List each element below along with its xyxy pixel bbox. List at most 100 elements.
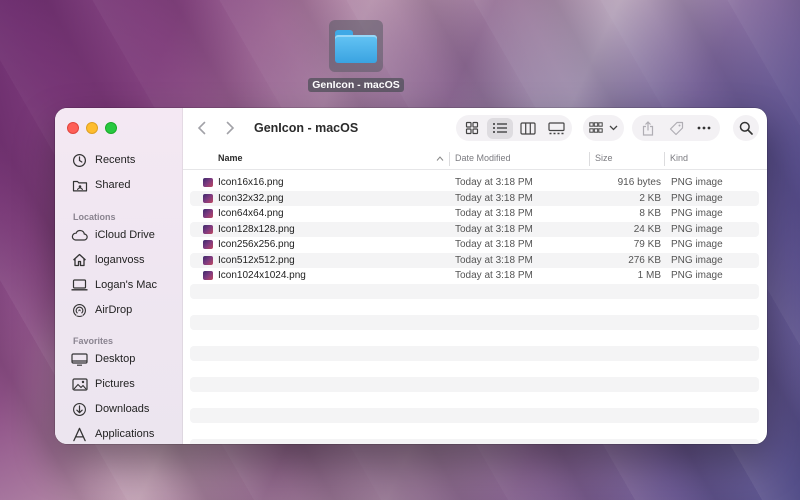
file-size: 2 KB	[639, 192, 661, 204]
column-kind[interactable]: Kind	[670, 153, 688, 163]
empty-row	[190, 299, 759, 315]
sidebar-item-shared[interactable]: Shared	[71, 174, 130, 196]
empty-row	[190, 314, 759, 330]
file-kind: PNG image	[671, 192, 723, 204]
file-size: 1 MB	[637, 270, 661, 281]
table-row[interactable]: Icon512x512.png Today at 3:18 PM 276 KB …	[190, 252, 759, 268]
sidebar-item-airdrop[interactable]: AirDrop	[71, 299, 132, 321]
file-size: 24 KB	[633, 223, 661, 235]
forward-button[interactable]	[219, 117, 241, 139]
sidebar-item-pictures[interactable]: Pictures	[71, 373, 135, 395]
sidebar-item-icloud-drive[interactable]: iCloud Drive	[71, 224, 155, 246]
file-name: Icon1024x1024.png	[218, 270, 306, 281]
png-file-icon	[203, 271, 213, 280]
table-row[interactable]: Icon256x256.png Today at 3:18 PM 79 KB P…	[190, 237, 759, 253]
file-size: 916 bytes	[617, 177, 661, 188]
toolbar: GenIcon - macOS	[183, 108, 767, 148]
file-size: 276 KB	[628, 254, 661, 266]
gallery-icon	[547, 121, 565, 134]
share-button[interactable]	[635, 118, 661, 139]
sidebar-item-label: loganvoss	[95, 254, 145, 266]
table-row[interactable]: Icon1024x1024.png Today at 3:18 PM 1 MB …	[190, 268, 759, 284]
desktop-icon	[71, 351, 88, 368]
file-name: Icon32x32.png	[218, 192, 284, 204]
png-file-icon	[203, 224, 213, 234]
chevron-left-icon	[197, 121, 206, 135]
empty-row	[190, 345, 759, 361]
search-button[interactable]	[733, 115, 759, 141]
sidebar: Recents Shared Locations iCloud Drive lo…	[55, 108, 183, 444]
columns-icon	[520, 121, 536, 135]
file-name: Icon256x256.png	[218, 239, 295, 250]
chevron-down-icon	[609, 125, 618, 131]
empty-row	[190, 376, 759, 392]
file-list: Icon16x16.png Today at 3:18 PM 916 bytes…	[190, 175, 759, 444]
folder-icon	[333, 28, 379, 64]
file-name: Icon128x128.png	[218, 223, 295, 235]
sidebar-item-label: Applications	[95, 428, 155, 440]
window-title: GenIcon - macOS	[254, 121, 359, 135]
list-view-button[interactable]	[487, 117, 513, 139]
locations-heading: Locations	[73, 212, 116, 222]
sidebar-item-home[interactable]: loganvoss	[71, 249, 145, 271]
close-button[interactable]	[67, 122, 79, 134]
file-kind: PNG image	[671, 270, 723, 281]
folder-selection	[329, 20, 383, 72]
sidebar-item-label: iCloud Drive	[95, 229, 155, 241]
desktop-folder[interactable]: GenIcon - macOS	[308, 20, 404, 92]
empty-row	[190, 438, 759, 444]
file-size: 79 KB	[633, 239, 661, 250]
actions-group	[632, 115, 720, 141]
more-actions-button[interactable]	[691, 118, 717, 139]
finder-window: Recents Shared Locations iCloud Drive lo…	[55, 108, 767, 444]
file-date: Today at 3:18 PM	[455, 177, 533, 188]
file-date: Today at 3:18 PM	[455, 254, 533, 266]
empty-row	[190, 392, 759, 408]
clock-icon	[71, 152, 88, 169]
desktop-folder-label: GenIcon - macOS	[308, 78, 404, 92]
sidebar-item-label: AirDrop	[95, 304, 133, 316]
png-file-icon	[203, 193, 213, 203]
sidebar-item-label: Shared	[95, 179, 131, 191]
sidebar-item-downloads[interactable]: Downloads	[71, 398, 149, 420]
file-date: Today at 3:18 PM	[455, 208, 533, 219]
shared-folder-icon	[71, 177, 88, 194]
favorites-heading: Favorites	[73, 336, 114, 346]
file-date: Today at 3:18 PM	[455, 270, 533, 281]
view-mode-group	[456, 115, 572, 141]
sidebar-item-desktop[interactable]: Desktop	[71, 348, 135, 370]
sidebar-item-recents[interactable]: Recents	[71, 149, 135, 171]
column-size[interactable]: Size	[595, 153, 613, 163]
home-icon	[71, 252, 88, 269]
table-row[interactable]: Icon128x128.png Today at 3:18 PM 24 KB P…	[190, 221, 759, 237]
table-row[interactable]: Icon64x64.png Today at 3:18 PM 8 KB PNG …	[190, 206, 759, 222]
sidebar-item-applications[interactable]: Applications	[71, 423, 154, 444]
file-name: Icon16x16.png	[218, 177, 284, 188]
file-date: Today at 3:18 PM	[455, 223, 533, 235]
back-button[interactable]	[191, 117, 213, 139]
file-kind: PNG image	[671, 208, 723, 219]
minimize-button[interactable]	[86, 122, 98, 134]
group-grid-icon	[589, 122, 603, 133]
zoom-button[interactable]	[105, 122, 117, 134]
laptop-icon	[71, 277, 88, 294]
file-kind: PNG image	[671, 239, 723, 250]
table-row[interactable]: Icon32x32.png Today at 3:18 PM 2 KB PNG …	[190, 190, 759, 206]
empty-row	[190, 361, 759, 377]
sidebar-item-label: Downloads	[95, 403, 150, 415]
file-date: Today at 3:18 PM	[455, 239, 533, 250]
tag-button[interactable]	[663, 118, 689, 139]
pictures-icon	[71, 376, 88, 393]
png-file-icon	[203, 255, 213, 265]
column-view-button[interactable]	[515, 118, 541, 139]
table-row[interactable]: Icon16x16.png Today at 3:18 PM 916 bytes…	[190, 175, 759, 191]
column-name[interactable]: Name	[218, 153, 243, 163]
column-date-modified[interactable]: Date Modified	[455, 153, 511, 163]
tag-icon	[669, 121, 683, 135]
group-by-button[interactable]	[583, 115, 624, 141]
empty-row	[190, 283, 759, 299]
file-kind: PNG image	[671, 177, 723, 188]
icon-view-button[interactable]	[459, 118, 485, 139]
sidebar-item-mac[interactable]: Logan's Mac	[71, 274, 157, 296]
gallery-view-button[interactable]	[543, 118, 569, 139]
